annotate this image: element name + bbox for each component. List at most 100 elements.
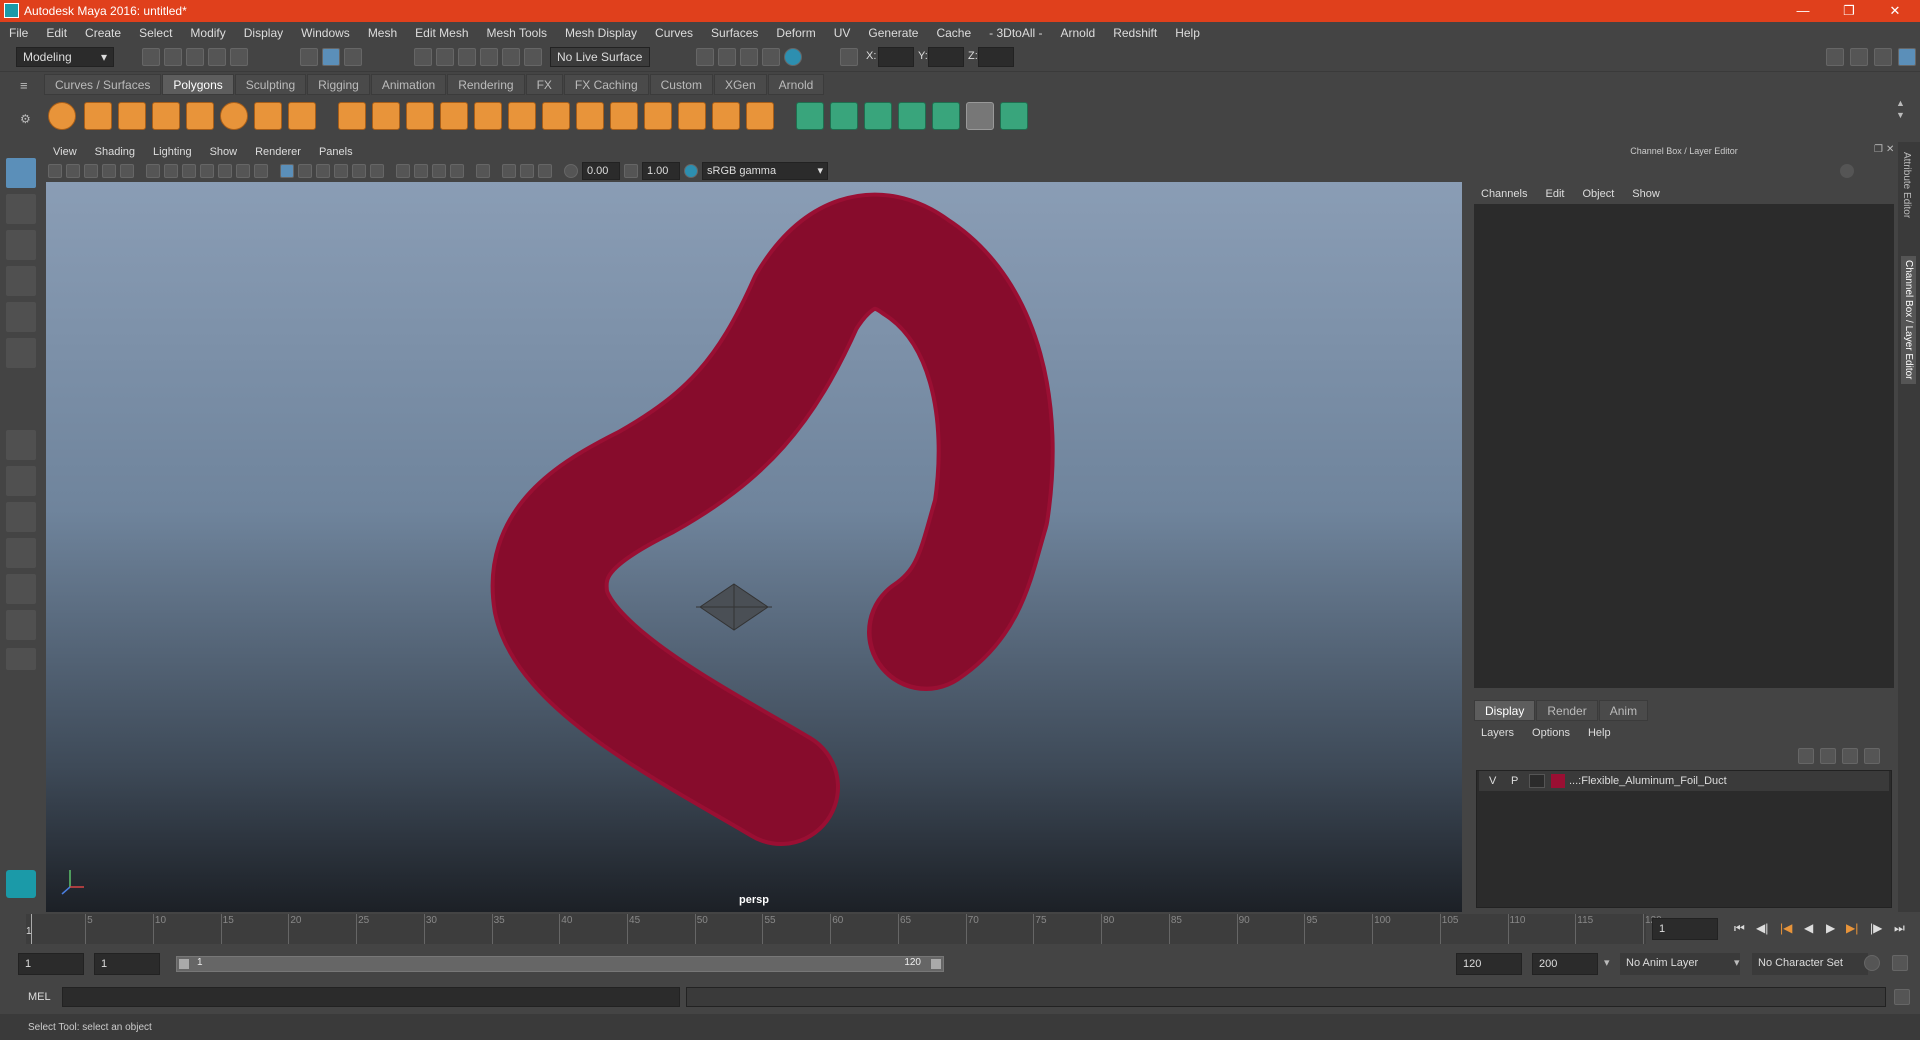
isolate-select-icon[interactable] <box>476 164 490 178</box>
combine-icon[interactable] <box>338 102 366 130</box>
cb-menu-channels[interactable]: Channels <box>1472 184 1536 204</box>
extrude-icon[interactable] <box>508 102 536 130</box>
move-layer-down-icon[interactable] <box>1820 748 1836 764</box>
gamma-icon[interactable] <box>624 164 638 178</box>
bridge-icon[interactable] <box>542 102 570 130</box>
offset-edge-loop-icon[interactable] <box>678 102 706 130</box>
chevron-down-icon[interactable]: ▾ <box>1734 956 1740 969</box>
new-scene-icon[interactable] <box>142 48 160 66</box>
snap-vertex-icon[interactable] <box>524 48 542 66</box>
target-weld-icon[interactable] <box>712 102 740 130</box>
chevron-down-icon[interactable]: ▾ <box>1604 956 1610 969</box>
xray-joints-icon[interactable] <box>520 164 534 178</box>
safe-title-icon[interactable] <box>254 164 268 178</box>
poly-pyramid-icon[interactable] <box>254 102 282 130</box>
menu-surfaces[interactable]: Surfaces <box>702 22 767 44</box>
playback-end-input[interactable]: 120 <box>1456 953 1522 975</box>
tab-rigging[interactable]: Rigging <box>307 74 370 95</box>
command-language-label[interactable]: MEL <box>28 991 51 1003</box>
scene-end-input[interactable]: 200 <box>1532 953 1598 975</box>
gamma-input[interactable]: 1.00 <box>642 162 680 180</box>
menu-modify[interactable]: Modify <box>181 22 234 44</box>
step-forward-key-icon[interactable]: |▶ <box>1870 921 1882 935</box>
menu-mesh-tools[interactable]: Mesh Tools <box>478 22 556 44</box>
tab-channel-box-layer-editor[interactable]: Channel Box / Layer Editor <box>1901 256 1916 384</box>
shadows-icon[interactable] <box>396 164 410 178</box>
cb-menu-show[interactable]: Show <box>1623 184 1669 204</box>
persp-outliner-layout-icon[interactable] <box>6 574 36 604</box>
uv-editor-icon[interactable] <box>1000 102 1028 130</box>
poly-pipe-icon[interactable] <box>288 102 316 130</box>
channel-list[interactable] <box>1474 204 1894 688</box>
menu-uv[interactable]: UV <box>825 22 860 44</box>
exposure-icon[interactable] <box>564 164 578 178</box>
menu-windows[interactable]: Windows <box>292 22 359 44</box>
redo-icon[interactable] <box>230 48 248 66</box>
grid-icon[interactable] <box>146 164 160 178</box>
menu-cache[interactable]: Cache <box>927 22 980 44</box>
four-view-layout-icon[interactable] <box>6 466 36 496</box>
menu-3dtoall[interactable]: - 3DtoAll - <box>980 22 1051 44</box>
play-backwards-icon[interactable]: ◀ <box>1804 921 1813 935</box>
restore-icon[interactable]: ❐ <box>1826 0 1872 22</box>
use-all-lights-icon[interactable] <box>370 164 384 178</box>
x-input[interactable] <box>878 47 914 67</box>
bookmark-icon[interactable] <box>84 164 98 178</box>
close-icon[interactable]: ✕ <box>1872 0 1918 22</box>
panel-menu-view[interactable]: View <box>44 142 86 162</box>
tab-rendering[interactable]: Rendering <box>447 74 525 95</box>
layer-playback-toggle[interactable]: P <box>1511 771 1518 791</box>
shelf-scroll-down-icon[interactable]: ▼ <box>1896 110 1905 120</box>
anim-layer-selector[interactable]: No Anim Layer <box>1620 953 1740 975</box>
range-handle-start[interactable] <box>179 959 189 969</box>
camera-attributes-icon[interactable] <box>66 164 80 178</box>
menu-arnold[interactable]: Arnold <box>1052 22 1105 44</box>
move-layer-up-icon[interactable] <box>1798 748 1814 764</box>
gate-mask-icon[interactable] <box>200 164 214 178</box>
tab-curves-surfaces[interactable]: Curves / Surfaces <box>44 74 162 95</box>
outliner-layout-icon[interactable] <box>6 610 36 640</box>
poly-cylinder-icon[interactable] <box>118 102 146 130</box>
tab-polygons[interactable]: Polygons <box>162 74 234 95</box>
cylindrical-mapping-icon[interactable] <box>830 102 858 130</box>
tab-fx-caching[interactable]: FX Caching <box>563 74 649 95</box>
menu-display[interactable]: Display <box>235 22 292 44</box>
select-component-icon[interactable] <box>344 48 362 66</box>
attribute-editor-icon[interactable] <box>1850 48 1868 66</box>
tab-attribute-editor[interactable]: Attribute Editor <box>1901 152 1912 218</box>
append-icon[interactable] <box>576 102 604 130</box>
z-input[interactable] <box>978 47 1014 67</box>
undo-icon[interactable] <box>208 48 226 66</box>
go-to-end-icon[interactable]: ⏭ <box>1894 921 1905 936</box>
mirror-icon[interactable] <box>406 102 434 130</box>
render-settings-icon[interactable] <box>762 48 780 66</box>
render-view-icon[interactable] <box>696 48 714 66</box>
channel-box-option-icon[interactable] <box>1840 164 1854 178</box>
view-transform-selector[interactable]: sRGB gamma ▾ <box>702 162 828 180</box>
select-camera-icon[interactable] <box>48 164 62 178</box>
film-gate-icon[interactable] <box>164 164 178 178</box>
insert-edge-loop-icon[interactable] <box>644 102 672 130</box>
transform-mode-icon[interactable] <box>840 48 858 66</box>
scale-tool-icon[interactable] <box>6 338 36 368</box>
menu-edit-mesh[interactable]: Edit Mesh <box>406 22 477 44</box>
menu-file[interactable]: File <box>0 22 37 44</box>
menu-deform[interactable]: Deform <box>767 22 824 44</box>
menu-generate[interactable]: Generate <box>859 22 927 44</box>
automatic-mapping-icon[interactable] <box>898 102 926 130</box>
character-set-selector[interactable]: No Character Set <box>1752 953 1868 975</box>
render-current-icon[interactable] <box>718 48 736 66</box>
shelf-scroll-up-icon[interactable]: ▲ <box>1896 98 1905 108</box>
tool-settings-icon[interactable] <box>1874 48 1892 66</box>
tab-custom[interactable]: Custom <box>649 74 713 95</box>
modeling-toolkit-icon[interactable] <box>1826 48 1844 66</box>
auto-key-icon[interactable] <box>1864 955 1880 971</box>
range-handle-end[interactable] <box>931 959 941 969</box>
snap-curve-icon[interactable] <box>436 48 454 66</box>
paint-select-tool-icon[interactable] <box>6 230 36 260</box>
scene-start-input[interactable]: 1 <box>18 953 84 975</box>
select-tool-icon[interactable] <box>6 158 36 188</box>
panel-menu-renderer[interactable]: Renderer <box>246 142 310 162</box>
move-tool-icon[interactable] <box>6 266 36 296</box>
smooth-icon[interactable] <box>440 102 468 130</box>
